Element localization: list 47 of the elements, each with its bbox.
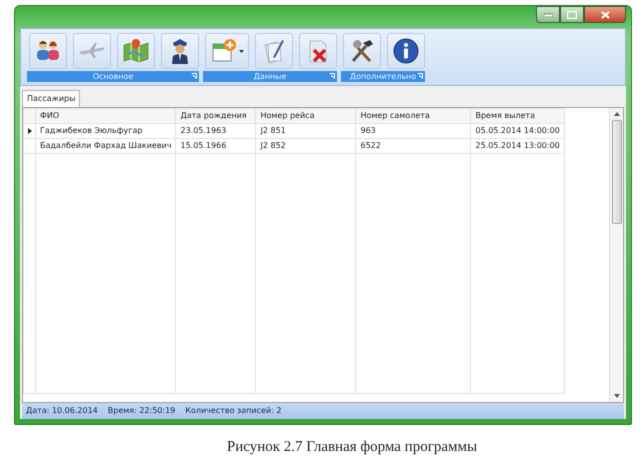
status-text: Дата: 10.06.2014: [26, 405, 98, 417]
toolbar-button[interactable]: [161, 33, 199, 69]
table-cell: 6522: [356, 138, 471, 154]
toolbar-button[interactable]: [387, 33, 425, 69]
figure-caption: Рисунок 2.7 Главная форма программы: [226, 438, 478, 457]
column-header[interactable]: Номер самолета: [356, 108, 471, 124]
minimize-button[interactable]: [536, 6, 560, 23]
dialog-launcher-icon[interactable]: [191, 73, 197, 79]
column-header[interactable]: ФИО: [36, 108, 176, 124]
column-header[interactable]: Дата рождения: [176, 108, 256, 124]
table-cell: Гаджибеков Эюльфугар: [36, 124, 176, 138]
toolbar-button[interactable]: [299, 33, 337, 69]
dialog-launcher-icon[interactable]: [329, 73, 335, 79]
group-title: Дополнительно: [350, 70, 416, 82]
table-cell: J2 851: [256, 124, 356, 138]
scroll-down-icon: [614, 394, 620, 398]
column-header[interactable]: Время вылета: [470, 108, 564, 124]
status-text: Время: 22:50:19: [108, 405, 176, 417]
group-title: Данные: [254, 70, 286, 82]
table-cell: 05.05.2014 14:00:00: [470, 124, 564, 138]
table-cell: Бадалбейли Фархад Шакиевич: [36, 138, 176, 154]
toolbar-button[interactable]: [29, 33, 67, 69]
toolbar-button[interactable]: [255, 33, 293, 69]
toolbar-button[interactable]: [343, 33, 381, 69]
vertical-scrollbar[interactable]: [609, 108, 623, 402]
current-row-icon: [28, 128, 32, 134]
scroll-thumb[interactable]: [612, 120, 622, 224]
maximize-button[interactable]: [560, 6, 584, 23]
map-icon: [122, 37, 150, 65]
status-text: Количество записей: 2: [185, 405, 282, 417]
row-header[interactable]: [24, 124, 36, 138]
table-cell: 23.05.1963: [176, 124, 256, 138]
table-cell: J2 852: [256, 138, 356, 154]
caret-icon: [239, 50, 244, 52]
dialog-launcher-icon[interactable]: [417, 73, 423, 79]
table-cell: 963: [356, 124, 471, 138]
minimize-icon: [544, 12, 552, 16]
group-title: Основное: [92, 70, 134, 82]
tab[interactable]: Пассажиры: [22, 90, 80, 107]
close-button[interactable]: [584, 6, 626, 23]
column-header[interactable]: Номер рейса: [256, 108, 356, 124]
maximize-icon: [567, 10, 577, 18]
table-cell: 15.05.1966: [176, 138, 256, 154]
close-icon: [600, 10, 610, 18]
table-cell: 25.05.2014 13:00:00: [470, 138, 564, 154]
scroll-up-icon: [614, 112, 620, 116]
info-icon: [392, 37, 420, 65]
